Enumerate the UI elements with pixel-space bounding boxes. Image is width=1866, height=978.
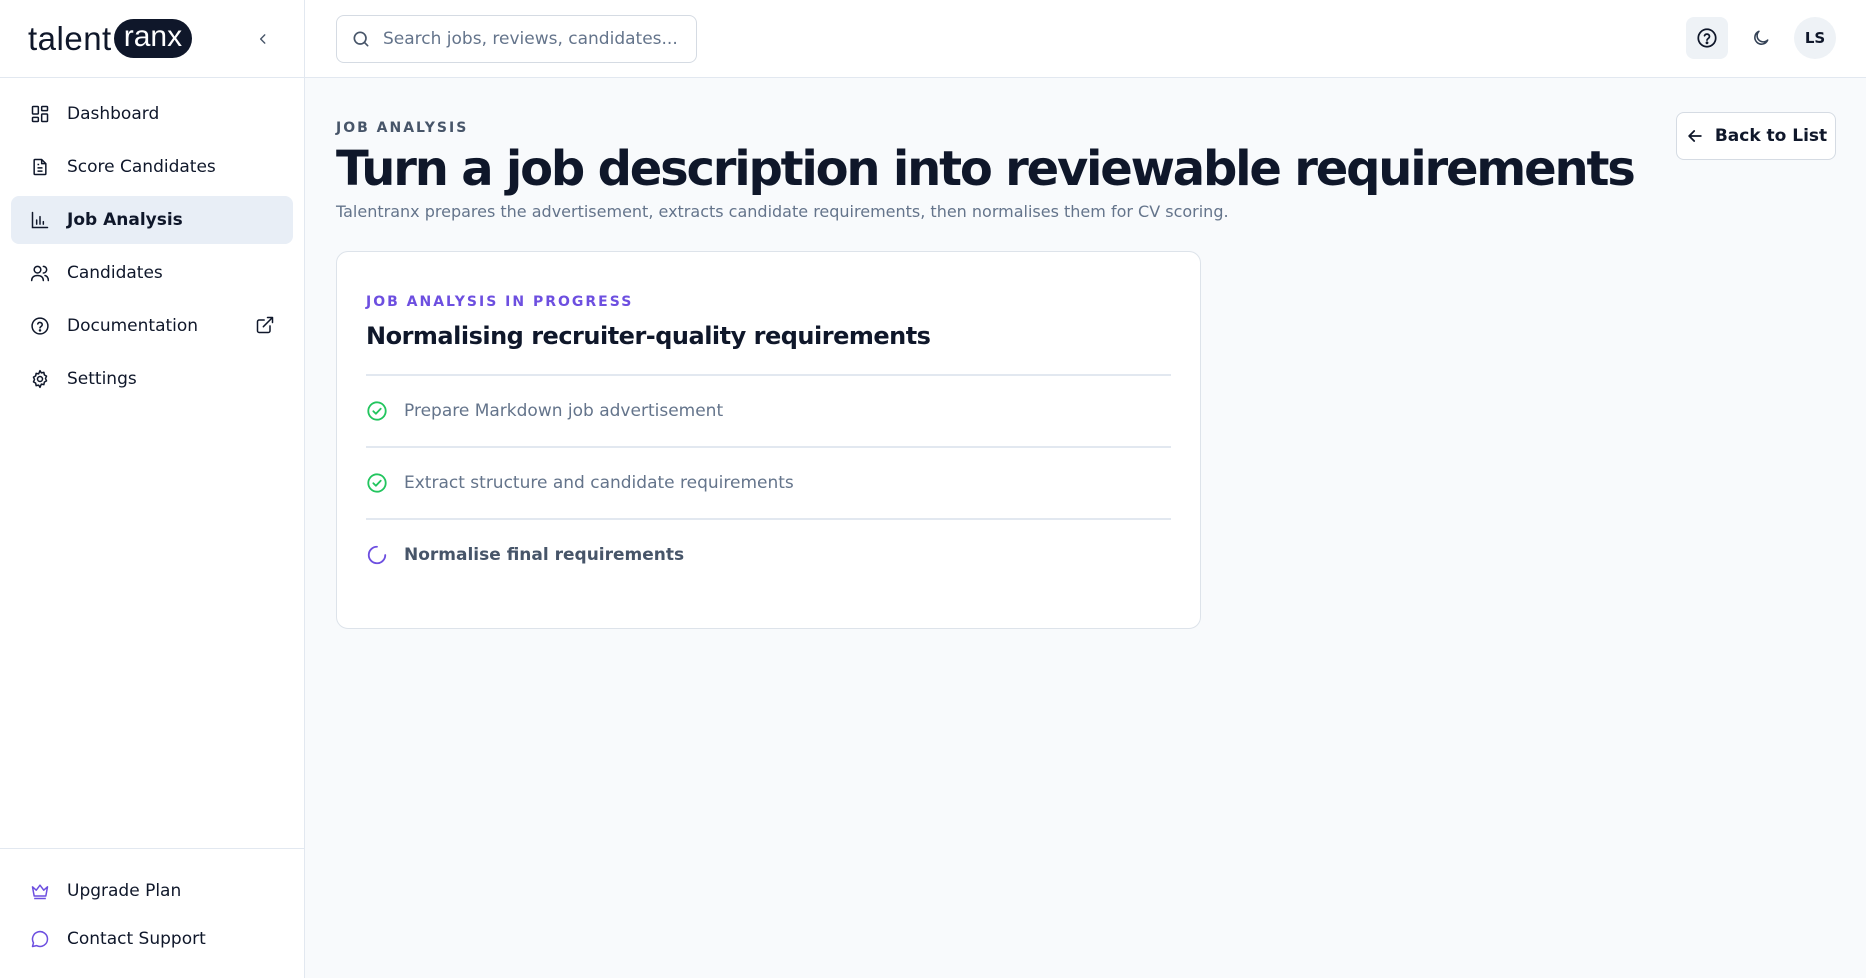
users-icon [29, 262, 51, 284]
bar-chart-icon [29, 209, 51, 231]
upgrade-plan-link[interactable]: Upgrade Plan [11, 867, 293, 915]
progress-steps: Prepare Markdown job advertisement Extra… [366, 374, 1171, 590]
step-label: Extract structure and candidate requirem… [404, 473, 794, 493]
help-circle-icon [29, 315, 51, 337]
topbar-actions: LS [1674, 17, 1836, 59]
step-item: Normalise final requirements [366, 518, 1171, 590]
sidebar-footer: Upgrade Plan Contact Support [0, 848, 304, 978]
check-circle-icon [366, 400, 388, 422]
sidebar-item-label: Job Analysis [67, 210, 183, 230]
chevron-left-icon [259, 34, 266, 44]
sidebar-item-score-candidates[interactable]: Score Candidates [11, 143, 293, 191]
document-icon [29, 156, 51, 178]
page-eyebrow: JOB ANALYSIS [336, 120, 469, 136]
sidebar-item-candidates[interactable]: Candidates [11, 249, 293, 297]
sidebar-item-label: Score Candidates [67, 157, 216, 177]
search-icon [351, 29, 371, 49]
sidebar-item-dashboard[interactable]: Dashboard [11, 90, 293, 138]
spinner-icon [366, 544, 388, 566]
user-avatar[interactable]: LS [1794, 17, 1836, 59]
chat-bubble-icon [29, 928, 51, 950]
step-label: Normalise final requirements [404, 545, 685, 565]
step-item: Prepare Markdown job advertisement [366, 374, 1171, 446]
page-title: Turn a job description into reviewable r… [336, 141, 1636, 197]
arrow-left-icon [1685, 126, 1705, 146]
card-title: Normalising recruiter-quality requiremen… [366, 322, 931, 350]
moon-icon [1754, 30, 1769, 45]
back-to-list-label: Back to List [1714, 126, 1828, 146]
sidebar-item-settings[interactable]: Settings [11, 355, 293, 403]
job-analysis-progress-card: JOB ANALYSIS IN PROGRESS Normalising rec… [336, 251, 1201, 629]
back-to-list-button[interactable]: Back to List [1676, 112, 1836, 160]
theme-toggle-button[interactable] [1740, 17, 1782, 59]
logo-text-talent: talent [28, 19, 112, 57]
crown-icon [29, 880, 51, 902]
step-label: Prepare Markdown job advertisement [404, 401, 724, 421]
step-item: Extract structure and candidate requirem… [366, 446, 1171, 518]
gear-icon [29, 368, 51, 390]
upgrade-plan-label: Upgrade Plan [67, 881, 182, 901]
external-link-icon [255, 315, 277, 337]
search-box[interactable] [336, 15, 697, 63]
help-circle-icon [1697, 28, 1717, 48]
help-button[interactable] [1686, 17, 1728, 59]
main-content: JOB ANALYSIS Turn a job description into… [336, 78, 1836, 629]
sidebar-item-label: Dashboard [67, 104, 160, 124]
dashboard-icon [29, 103, 51, 125]
collapse-sidebar-button[interactable] [252, 28, 274, 50]
sidebar-item-documentation[interactable]: Documentation [11, 302, 293, 350]
contact-support-label: Contact Support [67, 929, 206, 949]
logo[interactable]: talent ranx [28, 19, 193, 58]
sidebar: talent ranx Dashboard Score Candidates J… [0, 0, 305, 978]
check-circle-icon [366, 472, 388, 494]
topbar: LS [305, 0, 1866, 78]
sidebar-item-job-analysis[interactable]: Job Analysis [11, 196, 293, 244]
brand-header: talent ranx [0, 0, 304, 78]
sidebar-item-label: Documentation [67, 316, 199, 336]
page-subtitle: Talentranx prepares the advertisement, e… [336, 202, 1229, 221]
search-input[interactable] [383, 29, 683, 49]
logo-text-ranx: ranx [113, 19, 193, 58]
sidebar-item-label: Settings [67, 369, 137, 389]
sidebar-nav: Dashboard Score Candidates Job Analysis … [0, 78, 304, 420]
card-eyebrow: JOB ANALYSIS IN PROGRESS [366, 294, 634, 310]
sidebar-item-label: Candidates [67, 263, 163, 283]
contact-support-link[interactable]: Contact Support [11, 915, 293, 963]
